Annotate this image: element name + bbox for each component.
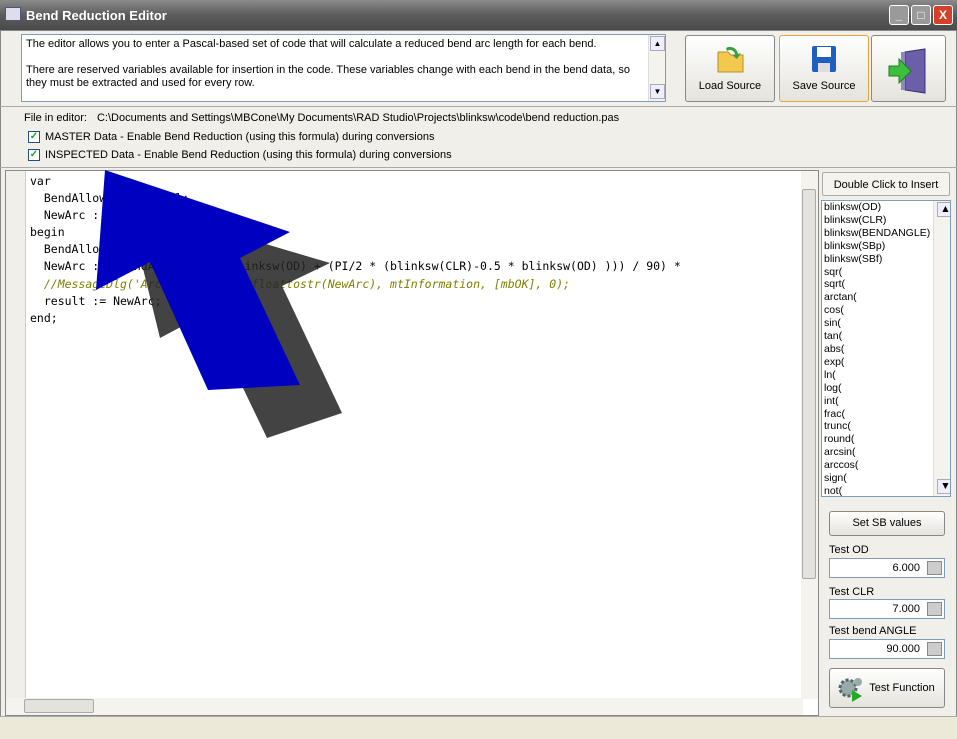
test-angle-value: 90.000 bbox=[886, 643, 920, 655]
insert-list-item[interactable]: int( bbox=[822, 395, 950, 408]
test-od-input[interactable]: 6.000 bbox=[829, 558, 945, 578]
test-clr-value: 7.000 bbox=[892, 603, 920, 615]
test-function-label: Test Function bbox=[869, 682, 935, 694]
status-bar bbox=[0, 716, 957, 739]
test-od-label: Test OD bbox=[829, 544, 869, 556]
insert-list-item[interactable]: not( bbox=[822, 485, 950, 496]
insert-list-item[interactable]: trunc( bbox=[822, 420, 950, 433]
insert-list-item[interactable]: round( bbox=[822, 433, 950, 446]
insert-list[interactable]: ▲ ▼ blinksw(OD) blinksw(CLR) blinksw(BENDAN… bbox=[821, 200, 951, 497]
insert-list-scrollbar[interactable]: ▲ ▼ bbox=[933, 201, 950, 496]
calculator-icon[interactable] bbox=[927, 561, 942, 575]
insert-list-item[interactable]: sqr( bbox=[822, 266, 950, 279]
insert-list-item[interactable]: blinksw(BENDANGLE) bbox=[822, 227, 950, 240]
insert-list-item[interactable]: arctan( bbox=[822, 291, 950, 304]
insert-list-item[interactable]: sign( bbox=[822, 472, 950, 485]
insert-list-item[interactable]: arcsin( bbox=[822, 446, 950, 459]
test-angle-input[interactable]: 90.000 bbox=[829, 639, 945, 659]
gears-play-icon bbox=[838, 678, 862, 702]
insert-list-item[interactable]: exp( bbox=[822, 356, 950, 369]
insert-list-item[interactable]: frac( bbox=[822, 408, 950, 421]
insert-list-item[interactable]: abs( bbox=[822, 343, 950, 356]
set-sb-values-button[interactable]: Set SB values bbox=[829, 511, 945, 536]
insert-list-item[interactable]: tan( bbox=[822, 330, 950, 343]
insert-list-item[interactable]: sin( bbox=[822, 317, 950, 330]
test-clr-input[interactable]: 7.000 bbox=[829, 599, 945, 619]
test-function-button[interactable]: Test Function bbox=[829, 668, 945, 708]
insert-list-item[interactable]: log( bbox=[822, 382, 950, 395]
insert-list-item[interactable]: blinksw(SBf) bbox=[822, 253, 950, 266]
insert-header: Double Click to Insert bbox=[822, 172, 950, 196]
calculator-icon[interactable] bbox=[927, 602, 942, 616]
right-panel: Double Click to Insert ▲ ▼ blinksw(OD) bli… bbox=[820, 170, 955, 716]
insert-list-item[interactable]: ln( bbox=[822, 369, 950, 382]
test-clr-label: Test CLR bbox=[829, 586, 875, 598]
insert-list-item[interactable]: blinksw(SBp) bbox=[822, 240, 950, 253]
calculator-icon[interactable] bbox=[927, 642, 942, 656]
insert-list-item[interactable]: blinksw(CLR) bbox=[822, 214, 950, 227]
insert-list-item[interactable]: cos( bbox=[822, 304, 950, 317]
insert-list-item[interactable]: sqrt( bbox=[822, 278, 950, 291]
test-angle-label: Test bend ANGLE bbox=[829, 625, 917, 637]
annotation-arrow bbox=[96, 170, 342, 438]
insert-list-item[interactable]: blinksw(OD) bbox=[822, 201, 950, 214]
test-od-value: 6.000 bbox=[892, 562, 920, 574]
insert-list-item[interactable]: arccos( bbox=[822, 459, 950, 472]
